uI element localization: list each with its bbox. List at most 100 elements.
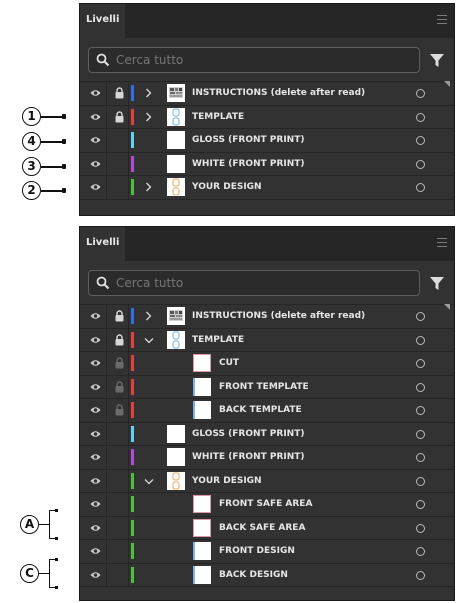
layer-color-tag	[131, 496, 134, 512]
layer-row-gloss-front-print[interactable]: GLOSS (FRONT PRINT)	[80, 129, 454, 153]
layer-row-back-template[interactable]: BACK TEMPLATE	[80, 399, 454, 423]
callout-1: 1	[22, 107, 41, 126]
layer-row-back-design[interactable]: BACK DESIGN	[80, 563, 454, 587]
lock-icon[interactable]	[115, 380, 124, 393]
layer-color-tag	[131, 472, 134, 489]
chevron-down-icon[interactable]	[144, 337, 154, 344]
layer-target-circle[interactable]	[416, 183, 425, 192]
eye-icon[interactable]	[90, 453, 101, 461]
eye-icon[interactable]	[90, 477, 101, 485]
eye-icon[interactable]	[90, 312, 101, 320]
chevron-right-icon[interactable]	[145, 311, 152, 321]
layer-row-back-safe-area[interactable]: BACK SAFE AREA	[80, 516, 454, 540]
filter-icon[interactable]	[430, 277, 444, 291]
layer-name: BACK DESIGN	[219, 569, 288, 580]
layer-color-tag	[131, 132, 134, 148]
callout-3: 3	[22, 157, 41, 176]
chevron-right-icon[interactable]	[145, 88, 152, 98]
layer-target-circle[interactable]	[416, 500, 425, 509]
panel-menu-icon[interactable]	[437, 238, 447, 247]
layer-target-circle[interactable]	[416, 359, 425, 368]
layer-thumbnail	[167, 178, 185, 196]
search-input[interactable]	[116, 273, 406, 293]
eye-icon[interactable]	[90, 500, 101, 508]
eye-icon[interactable]	[90, 160, 101, 168]
callout-2: 2	[22, 181, 41, 200]
layer-row-template[interactable]: TEMPLATE	[80, 328, 454, 352]
chevron-down-icon[interactable]	[144, 478, 154, 485]
tab-livelli[interactable]: Livelli	[80, 4, 125, 38]
eye-icon[interactable]	[90, 336, 101, 344]
search-box[interactable]	[88, 270, 420, 296]
layer-row-template[interactable]: TEMPLATE	[80, 105, 454, 129]
panel-corner-indicator	[444, 81, 450, 87]
eye-icon[interactable]	[90, 430, 101, 438]
layer-color-tag	[131, 179, 134, 195]
layer-row-front-safe-area[interactable]: FRONT SAFE AREA	[80, 493, 454, 517]
layer-name: BACK TEMPLATE	[219, 405, 302, 415]
layer-target-circle[interactable]	[416, 406, 425, 415]
layer-name: CUT	[219, 358, 240, 368]
layer-row-gloss-front-print[interactable]: GLOSS (FRONT PRINT)	[80, 422, 454, 446]
chevron-right-icon[interactable]	[145, 182, 152, 192]
layer-row-white-front-print[interactable]: WHITE (FRONT PRINT)	[80, 152, 454, 176]
eye-icon[interactable]	[90, 89, 101, 97]
layer-thumbnail	[167, 330, 185, 349]
layer-row-your-design[interactable]: YOUR DESIGN	[80, 469, 454, 493]
search-row	[80, 261, 454, 304]
layer-target-circle[interactable]	[416, 89, 425, 98]
lock-icon[interactable]	[115, 87, 124, 99]
panel-tab-bar: Livelli	[80, 4, 454, 38]
layer-thumbnail	[167, 307, 185, 325]
layer-name: TEMPLATE	[192, 334, 245, 345]
layer-row-front-template[interactable]: FRONT TEMPLATE	[80, 375, 454, 399]
search-box[interactable]	[88, 47, 420, 73]
layer-target-circle[interactable]	[416, 453, 425, 462]
lock-icon[interactable]	[115, 310, 124, 322]
lock-icon[interactable]	[115, 333, 124, 346]
layer-row-your-design[interactable]: YOUR DESIGN	[80, 176, 454, 200]
search-input[interactable]	[116, 50, 406, 70]
eye-icon[interactable]	[90, 113, 101, 121]
layer-thumbnail	[193, 354, 211, 372]
eye-icon[interactable]	[90, 406, 101, 414]
layer-target-circle[interactable]	[416, 312, 425, 321]
eye-icon[interactable]	[90, 383, 101, 391]
layer-target-circle[interactable]	[416, 547, 425, 556]
layer-target-circle[interactable]	[416, 570, 425, 580]
panel-menu-icon[interactable]	[437, 15, 447, 24]
layer-row-white-front-print[interactable]: WHITE (FRONT PRINT)	[80, 446, 454, 470]
filter-icon[interactable]	[430, 54, 444, 68]
layer-target-circle[interactable]	[416, 136, 425, 145]
eye-icon[interactable]	[90, 547, 101, 555]
eye-icon[interactable]	[90, 359, 101, 367]
layer-name: YOUR DESIGN	[192, 182, 262, 192]
layer-target-circle[interactable]	[416, 382, 425, 392]
layer-thumbnail	[167, 424, 185, 443]
callout-c-bracket	[49, 558, 58, 589]
lock-icon[interactable]	[115, 404, 124, 416]
layer-name: INSTRUCTIONS (delete after read)	[192, 88, 366, 98]
eye-icon[interactable]	[90, 136, 101, 144]
layer-target-circle[interactable]	[416, 429, 425, 439]
tab-livelli[interactable]: Livelli	[80, 227, 125, 261]
layer-row-instructions-delete-after-read[interactable]: INSTRUCTIONS (delete after read)	[80, 305, 454, 329]
chevron-right-icon[interactable]	[145, 112, 152, 122]
layer-target-circle[interactable]	[416, 335, 425, 345]
eye-icon[interactable]	[90, 571, 101, 579]
callout-1-leader	[41, 114, 66, 119]
eye-icon[interactable]	[90, 524, 101, 532]
layer-thumbnail	[193, 518, 211, 537]
layer-row-cut[interactable]: CUT	[80, 352, 454, 376]
layer-row-front-design[interactable]: FRONT DESIGN	[80, 540, 454, 564]
layer-target-circle[interactable]	[416, 523, 425, 533]
layer-thumbnail	[193, 377, 211, 396]
layer-target-circle[interactable]	[416, 159, 425, 169]
callout-c: C	[20, 564, 39, 583]
lock-icon[interactable]	[115, 357, 124, 369]
layer-target-circle[interactable]	[416, 476, 425, 486]
layer-target-circle[interactable]	[416, 112, 425, 122]
lock-icon[interactable]	[115, 110, 124, 123]
layer-row-instructions-delete-after-read[interactable]: INSTRUCTIONS (delete after read)	[80, 82, 454, 106]
eye-icon[interactable]	[90, 183, 101, 191]
